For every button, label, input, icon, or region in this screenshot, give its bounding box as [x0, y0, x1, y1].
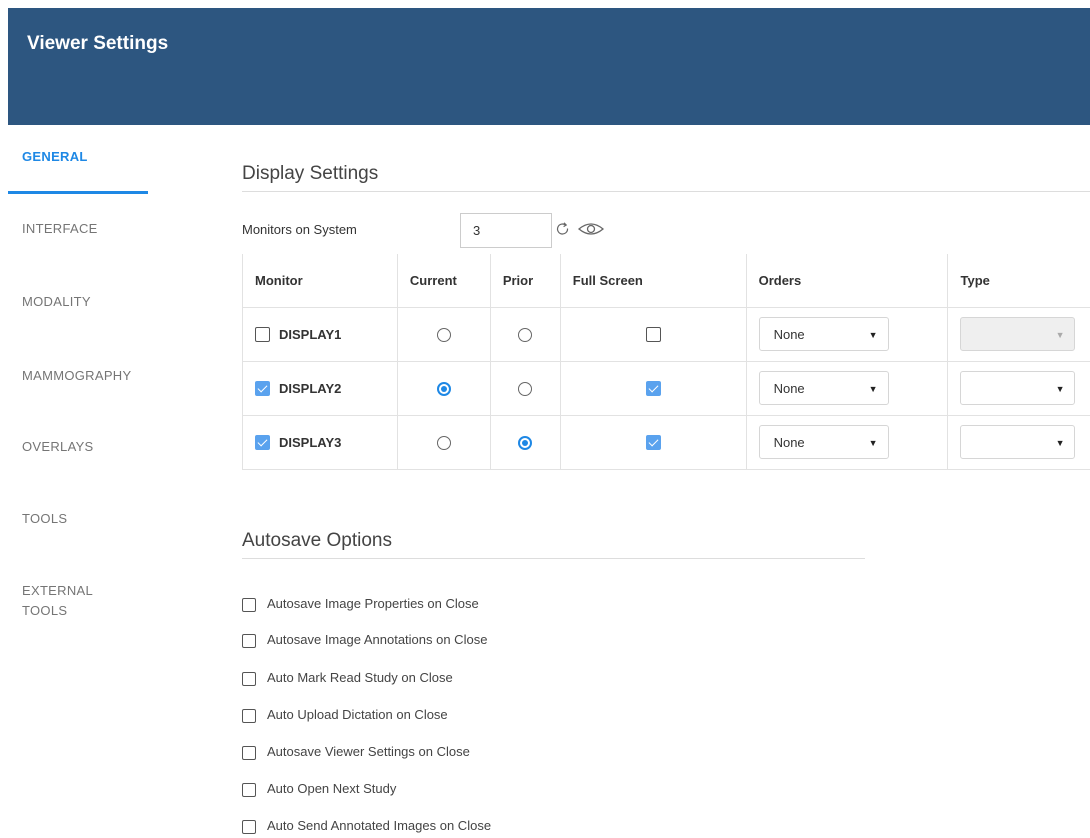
full-screen-checkbox[interactable]: [645, 381, 661, 397]
monitor-name: DISPLAY1: [279, 327, 342, 343]
chevron-down-icon: ▼: [1055, 438, 1065, 448]
sidebar-item-overlays[interactable]: OVERLAYS: [22, 437, 94, 457]
table-row: DISPLAY3 None ▼ ▼: [242, 414, 1090, 470]
full-screen-checkbox[interactable]: [645, 435, 661, 451]
orders-select-value: None: [773, 327, 805, 342]
monitor-enable-checkbox[interactable]: [255, 435, 270, 451]
chevron-down-icon: ▼: [868, 384, 878, 394]
refresh-icon[interactable]: [555, 218, 571, 240]
prior-radio[interactable]: [518, 435, 533, 450]
option-label: Autosave Image Annotations on Close: [267, 632, 488, 647]
sidebar-item-modality[interactable]: MODALITY: [22, 292, 91, 312]
orders-select-value: None: [773, 435, 805, 450]
monitors-count-input[interactable]: [460, 213, 552, 248]
sidebar-item-mammography[interactable]: MAMMOGRAPHY: [22, 366, 131, 386]
option-checkbox[interactable]: [242, 745, 256, 760]
option-label: Autosave Viewer Settings on Close: [267, 744, 470, 759]
section-divider: [242, 191, 1090, 192]
orders-select[interactable]: None ▼: [758, 317, 889, 351]
chevron-down-icon: ▼: [1055, 330, 1065, 340]
monitor-enable-checkbox[interactable]: [255, 381, 270, 397]
chevron-down-icon: ▼: [1055, 384, 1065, 394]
option-checkbox[interactable]: [242, 597, 256, 612]
current-radio[interactable]: [436, 327, 451, 342]
column-header-current: Current: [396, 254, 491, 308]
monitor-name: DISPLAY2: [279, 381, 342, 397]
monitor-table: Monitor Current Prior Full Screen Orders…: [242, 254, 1090, 470]
type-select[interactable]: ▼: [960, 371, 1076, 405]
column-header-full-screen: Full Screen: [559, 254, 747, 308]
option-label: Auto Upload Dictation on Close: [267, 707, 448, 722]
sidebar-item-label: TOOLS: [22, 603, 68, 618]
option-checkbox[interactable]: [242, 819, 256, 834]
page-title: Viewer Settings: [27, 33, 169, 54]
display-settings-heading: Display Settings: [242, 163, 379, 184]
option-label: Auto Mark Read Study on Close: [267, 670, 453, 685]
chevron-down-icon: ▼: [868, 438, 878, 448]
section-divider: [242, 558, 865, 559]
table-row: DISPLAY1 None ▼ ▼: [242, 306, 1090, 362]
autosave-option-upload-dictation[interactable]: Auto Upload Dictation on Close: [242, 707, 448, 723]
table-header-row: Monitor Current Prior Full Screen Orders…: [242, 254, 1090, 308]
column-header-prior: Prior: [489, 254, 561, 308]
orders-select[interactable]: None ▼: [758, 425, 889, 459]
option-checkbox[interactable]: [242, 708, 256, 723]
header-bar: Viewer Settings: [8, 8, 1090, 125]
active-tab-indicator: [8, 191, 148, 194]
option-checkbox[interactable]: [242, 782, 256, 797]
autosave-option-image-properties[interactable]: Autosave Image Properties on Close: [242, 596, 479, 612]
current-radio[interactable]: [436, 435, 451, 450]
column-header-monitor: Monitor: [242, 254, 398, 308]
option-label: Auto Open Next Study: [267, 781, 397, 796]
type-select: ▼: [960, 317, 1076, 351]
column-header-orders: Orders: [745, 254, 949, 308]
autosave-option-image-annotations[interactable]: Autosave Image Annotations on Close: [242, 632, 487, 648]
column-header-type: Type: [947, 254, 1090, 308]
option-checkbox[interactable]: [242, 633, 256, 648]
table-row: DISPLAY2 None ▼ ▼: [242, 360, 1090, 416]
full-screen-checkbox[interactable]: [645, 327, 661, 343]
monitor-enable-checkbox[interactable]: [255, 327, 270, 343]
prior-radio[interactable]: [518, 327, 533, 342]
sidebar: GENERAL INTERFACE MODALITY MAMMOGRAPHY O…: [8, 125, 158, 838]
autosave-option-viewer-settings[interactable]: Autosave Viewer Settings on Close: [242, 744, 470, 760]
monitors-label: Monitors on System: [242, 222, 357, 237]
sidebar-item-general[interactable]: GENERAL: [22, 147, 88, 167]
sidebar-item-label: EXTERNAL: [22, 583, 94, 598]
sidebar-item-interface[interactable]: INTERFACE: [22, 219, 98, 239]
orders-select[interactable]: None ▼: [758, 371, 889, 405]
sidebar-item-tools[interactable]: TOOLS: [22, 509, 67, 529]
option-checkbox[interactable]: [242, 671, 256, 686]
autosave-options-heading: Autosave Options: [242, 530, 392, 551]
autosave-option-send-annotated-images[interactable]: Auto Send Annotated Images on Close: [242, 818, 491, 834]
eye-icon[interactable]: [576, 218, 606, 240]
prior-radio[interactable]: [518, 381, 533, 396]
monitor-name: DISPLAY3: [279, 435, 342, 451]
orders-select-value: None: [773, 381, 805, 396]
chevron-down-icon: ▼: [868, 330, 878, 340]
type-select[interactable]: ▼: [960, 425, 1076, 459]
autosave-option-mark-read[interactable]: Auto Mark Read Study on Close: [242, 670, 453, 686]
autosave-option-open-next-study[interactable]: Auto Open Next Study: [242, 781, 396, 797]
option-label: Auto Send Annotated Images on Close: [267, 818, 492, 833]
current-radio[interactable]: [436, 381, 451, 396]
sidebar-item-external-tools[interactable]: EXTERNAL TOOLS: [22, 581, 93, 621]
option-label: Autosave Image Properties on Close: [267, 596, 479, 611]
